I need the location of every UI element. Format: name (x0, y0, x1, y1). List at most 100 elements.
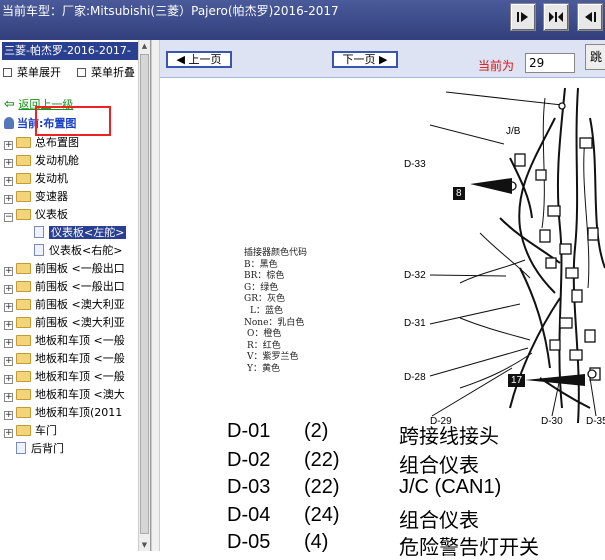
tree-item-label: 仪表板<左舵> (49, 226, 127, 239)
legend-entry: O：橙色 (247, 329, 282, 340)
expand-toggle-icon[interactable]: + (4, 321, 13, 330)
collapse-toggle-icon[interactable]: − (4, 213, 13, 222)
tree-item-floor-2[interactable]: + 地板和车顶 <一般 (4, 350, 125, 368)
connector-shape (545, 257, 557, 269)
expand-toggle-icon[interactable]: + (4, 411, 13, 420)
title-bar: 当前车型：厂家:Mitsubishi(三菱）Pajero(帕杰罗)2016-20… (0, 0, 605, 40)
sidebar: 三菱-帕杰罗-2016-2017- 菜单展开 菜单折叠 ⇦ 返回上一级 当前:布… (0, 40, 151, 551)
expand-toggle-icon[interactable]: + (4, 429, 13, 438)
tree-item-floor-4[interactable]: + 地板和车顶 <澳大 (4, 386, 125, 404)
expand-toggle-icon[interactable]: + (4, 267, 13, 276)
left-arrow-icon: ◀ (176, 53, 185, 66)
expand-toggle-icon[interactable]: + (4, 393, 13, 402)
legend-entry: V：紫罗兰色 (247, 352, 299, 363)
folder-icon (16, 299, 31, 310)
open-folder-icon (16, 209, 31, 220)
legend-entry: BR：棕色 (244, 271, 285, 282)
connector-code: D-02 (227, 449, 271, 471)
expand-toggle-icon[interactable]: + (4, 285, 13, 294)
right-arrow-icon: ▶ (379, 53, 388, 66)
expand-toggle-icon[interactable]: + (4, 375, 13, 384)
wiring-diagram: J/B D-33 D-32 D-31 D-28 D-29 D-30 D-35 8… (160, 78, 605, 458)
connector-shape (579, 137, 593, 149)
legend-entry: G：绿色 (244, 282, 279, 293)
tree-item-label: 发动机舱 (35, 154, 79, 167)
collapse-all-button[interactable]: 菜单折叠 (77, 64, 135, 80)
connector-shape (565, 267, 579, 279)
connector-name: 组合仪表 (399, 510, 479, 532)
connector-code: D-04 (227, 504, 271, 526)
connector-pins: (2) (304, 420, 329, 442)
step-forward-icon[interactable] (510, 3, 536, 31)
current-page-label: 当前为 (478, 59, 515, 73)
prev-page-label: 上一页 (188, 53, 222, 66)
connector-pins: (22) (304, 449, 340, 471)
connector-label-d28: D-28 (404, 372, 426, 383)
sidebar-scroll-thumb[interactable] (140, 54, 149, 534)
tree-item-cowl-1[interactable]: + 前围板 <一般出口 (4, 260, 125, 278)
expand-icon[interactable] (543, 3, 569, 31)
connector-label-d33: D-33 (404, 159, 426, 170)
connector-shape (584, 329, 596, 343)
splitter-bar[interactable] (151, 40, 160, 551)
tree-item-instrument-panel-rhd[interactable]: 仪表板<右舵> (34, 242, 122, 260)
expand-toggle-icon[interactable]: + (4, 177, 13, 186)
tree-item-transmission[interactable]: + 变速器 (4, 188, 68, 206)
tree-item-engine-bay[interactable]: + 发动机舱 (4, 152, 79, 170)
folder-icon (16, 425, 31, 436)
tree-item-cowl-4[interactable]: + 前围板 <澳大利亚 (4, 314, 125, 332)
tree-item-label: 地板和车顶 <一般 (35, 370, 125, 383)
sidebar-scrollbar[interactable]: ▲ ▼ (138, 40, 150, 551)
connector-label-d30: D-30 (541, 416, 563, 427)
tree-item-engine[interactable]: + 发动机 (4, 170, 68, 188)
next-page-button[interactable]: 下一页 ▶ (332, 51, 398, 68)
connector-name: 危险警告灯开关 (399, 537, 539, 559)
tree-item-instrument-panel-lhd[interactable]: 仪表板<左舵> (34, 224, 127, 242)
folder-icon (16, 317, 31, 328)
expand-toggle-icon[interactable]: + (4, 339, 13, 348)
tree-item-floor-3[interactable]: + 地板和车顶 <一般 (4, 368, 125, 386)
tree-item-overview[interactable]: + 总布置图 (4, 134, 79, 152)
prev-page-button[interactable]: ◀ 上一页 (166, 51, 232, 68)
tree-item-floor-2011[interactable]: + 地板和车顶(2011 (4, 404, 122, 422)
tree-item-cowl-3[interactable]: + 前围板 <澳大利亚 (4, 296, 125, 314)
expand-toggle-icon[interactable]: + (4, 303, 13, 312)
content-pane: ◀ 上一页 下一页 ▶ 当前为 跳 (160, 40, 605, 559)
tree-item-floor-1[interactable]: + 地板和车顶 <一般 (4, 332, 125, 350)
tree-item-label: 变速器 (35, 190, 68, 203)
tree-item-label: 总布置图 (35, 136, 79, 149)
page-nav-bar: ◀ 上一页 下一页 ▶ 当前为 跳 (160, 40, 605, 78)
color-code-legend: 插接器颜色代码 B：黑色 BR：棕色 G：绿色 GR：灰色 L：蓝色 None：… (244, 248, 307, 376)
connector-shape (547, 205, 561, 217)
tree-item-label: 地板和车顶(2011 (35, 406, 123, 419)
expand-toggle-icon[interactable]: + (4, 141, 13, 150)
tree-item-doors[interactable]: + 车门 (4, 422, 57, 440)
tree-item-label: 发动机 (35, 172, 68, 185)
expand-toggle-icon[interactable]: + (4, 159, 13, 168)
jump-button[interactable]: 跳 (585, 44, 605, 70)
connector-shape (549, 339, 561, 351)
scroll-down-icon[interactable]: ▼ (139, 539, 150, 551)
tree-item-label: 地板和车顶 <一般 (35, 334, 125, 347)
connector-label-jb: J/B (506, 126, 521, 137)
page-number-input[interactable] (525, 53, 575, 73)
expand-all-button[interactable]: 菜单展开 (3, 64, 61, 80)
user-icon (4, 117, 14, 129)
tree-item-instrument-panel[interactable]: − 仪表板 (4, 206, 68, 224)
step-back-icon[interactable] (577, 3, 603, 31)
window-title: 当前车型：厂家:Mitsubishi(三菱）Pajero(帕杰罗)2016-20… (2, 4, 339, 18)
tree-item-cowl-2[interactable]: + 前围板 <一般出口 (4, 278, 125, 296)
highlight-box (35, 106, 111, 136)
scroll-up-icon[interactable]: ▲ (139, 40, 150, 52)
legend-entry: GR：灰色 (244, 294, 285, 305)
folder-icon (16, 173, 31, 184)
bolt-shape (587, 369, 597, 379)
legend-entry: R：红色 (247, 340, 281, 351)
tree-item-tailgate[interactable]: 后背门 (16, 440, 64, 458)
tree-item-label: 前围板 <一般出口 (35, 280, 125, 293)
folder-icon (16, 371, 31, 382)
expand-toggle-icon[interactable]: + (4, 357, 13, 366)
document-icon (34, 226, 44, 238)
expand-toggle-icon[interactable]: + (4, 195, 13, 204)
folder-icon (16, 407, 31, 418)
